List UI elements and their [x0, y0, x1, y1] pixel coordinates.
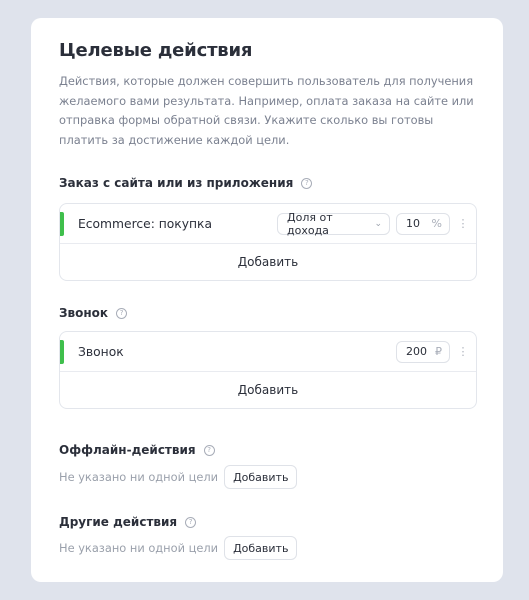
help-icon[interactable]: ? [203, 444, 215, 456]
goal-value-input[interactable]: 200 ₽ [396, 340, 450, 363]
goal-unit: % [431, 217, 442, 230]
goal-value-input[interactable]: 10 % [396, 212, 450, 235]
help-icon[interactable]: ? [301, 177, 313, 189]
payment-model-value: Доля от дохода [287, 210, 333, 237]
offline-empty-row: Не указано ни одной цели Добавить [59, 465, 477, 489]
goal-unit: ₽ [435, 345, 442, 358]
chevron-down-icon: ⌄ [374, 218, 382, 229]
goal-value: 10 [406, 217, 420, 230]
page-description: Действия, которые должен совершить польз… [59, 74, 474, 147]
help-icon[interactable]: ? [116, 307, 128, 319]
empty-state-text: Не указано ни одной цели [59, 470, 219, 484]
section-other-title: Другие действия [59, 515, 178, 529]
section-order-heading: Заказ с сайта или из приложения ? [59, 176, 477, 190]
target-actions-card: Целевые действия Действия, которые долже… [31, 18, 503, 582]
goal-row: Ecommerce: покупка Доля от дохода ⌄ 10 %… [60, 204, 476, 244]
offline-add-button[interactable]: Добавить [224, 465, 298, 489]
goal-active-indicator [60, 340, 64, 364]
goal-name: Звонок [78, 344, 124, 359]
empty-state-text: Не указано ни одной цели [59, 541, 219, 555]
more-vertical-icon[interactable]: ⋮ [454, 345, 472, 358]
section-call-title: Звонок [59, 306, 109, 320]
other-empty-row: Не указано ни одной цели Добавить [59, 536, 477, 560]
section-call-heading: Звонок ? [59, 306, 477, 320]
section-order-title: Заказ с сайта или из приложения [59, 176, 294, 190]
call-add-button[interactable]: Добавить [60, 372, 476, 408]
goal-active-indicator [60, 212, 64, 236]
call-goals-box: Звонок 200 ₽ ⋮ Добавить [59, 331, 477, 409]
order-goals-box: Ecommerce: покупка Доля от дохода ⌄ 10 %… [59, 203, 477, 281]
other-add-button[interactable]: Добавить [224, 536, 298, 560]
payment-model-select[interactable]: Доля от дохода ⌄ [277, 210, 390, 237]
section-offline-title: Оффлайн-действия [59, 443, 196, 457]
goal-value: 200 [406, 345, 427, 358]
section-offline-heading: Оффлайн-действия ? [59, 443, 477, 457]
more-vertical-icon[interactable]: ⋮ [454, 217, 472, 230]
order-add-button[interactable]: Добавить [60, 244, 476, 280]
goal-row: Звонок 200 ₽ ⋮ [60, 332, 476, 372]
section-other-heading: Другие действия ? [59, 515, 477, 529]
page-title: Целевые действия [59, 40, 253, 61]
goal-name: Ecommerce: покупка [78, 216, 213, 231]
help-icon[interactable]: ? [185, 516, 197, 528]
